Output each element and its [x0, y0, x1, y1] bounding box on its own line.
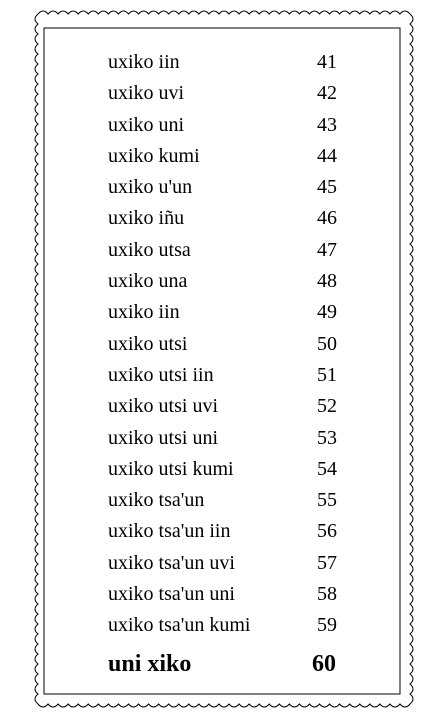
list-item-number: 43	[317, 113, 337, 136]
list-item-number: 55	[317, 489, 337, 512]
total-row: uni xiko 60	[108, 646, 348, 682]
list-item-word: uxiko u'un	[108, 176, 193, 199]
list-item: uxiko utsa 47	[108, 235, 348, 266]
list-item: uxiko tsa'un uni 58	[108, 579, 348, 610]
total-number: 60	[312, 651, 336, 677]
list-item-word: uxiko tsa'un	[108, 489, 205, 512]
list-item: uxiko una 48	[108, 266, 348, 297]
list-item-number: 48	[317, 270, 337, 293]
list-item-word: uxiko utsi uvi	[108, 395, 219, 418]
list-item-number: 46	[317, 207, 337, 230]
list-item-number: 59	[317, 614, 337, 637]
list-item: uxiko tsa'un 55	[108, 485, 348, 516]
list-item-word: uxiko tsa'un iin	[108, 520, 231, 543]
list-item: uxiko utsi iin 51	[108, 360, 348, 391]
list-item: uxiko uni 43	[108, 110, 348, 141]
list-item-number: 52	[317, 395, 337, 418]
list-item-word: uxiko tsa'un uvi	[108, 551, 235, 574]
list-item-number: 49	[317, 301, 337, 324]
list-item-word: uxiko uni	[108, 113, 185, 136]
list-item: uxiko u'un 45	[108, 172, 348, 203]
list-item-word: uxiko iñu	[108, 207, 185, 230]
list-item-number: 51	[317, 363, 337, 386]
list-item: uxiko tsa'un kumi 59	[108, 610, 348, 641]
list-item-word: uxiko utsi kumi	[108, 457, 234, 480]
list-item-word: uxiko kumi	[108, 144, 200, 167]
list-item: uxiko uvi 42	[108, 78, 348, 109]
list-item-number: 54	[317, 457, 337, 480]
list-item-word: uxiko una	[108, 270, 188, 293]
list-item: uxiko utsi kumi 54	[108, 454, 348, 485]
list-item-number: 42	[317, 82, 337, 105]
list-item: uxiko iin 49	[108, 297, 348, 328]
list-item-word: uxiko tsa'un uni	[108, 583, 235, 606]
list-item: uxiko tsa'un uvi 57	[108, 548, 348, 579]
list-item: uxiko iñu 46	[108, 203, 348, 234]
list-item-number: 58	[317, 583, 337, 606]
list-item: uxiko kumi 44	[108, 141, 348, 172]
list-item-word: uxiko iin	[108, 301, 180, 324]
list-item: uxiko utsi uni 53	[108, 423, 348, 454]
list-item-number: 45	[317, 176, 337, 199]
total-word: uni xiko	[108, 651, 192, 677]
list-item-word: uxiko utsi	[108, 332, 188, 355]
list-item-word: uxiko uvi	[108, 82, 185, 105]
list-item-number: 44	[317, 144, 337, 167]
list-item: uxiko iin 41	[108, 47, 348, 78]
list-item-word: uxiko utsa	[108, 238, 191, 261]
list-item-number: 53	[317, 426, 337, 449]
list-item-number: 56	[317, 520, 337, 543]
list-item-number: 41	[317, 51, 337, 73]
list-item: uxiko tsa'un iin 56	[108, 516, 348, 547]
list-item: uxiko utsi 50	[108, 329, 348, 360]
number-list: uxiko iin 41 uxiko uvi 42 uxiko uni 43 uxiko k…	[108, 47, 348, 642]
list-item-word: uxiko utsi iin	[108, 363, 214, 386]
list-item: uxiko utsi uvi 52	[108, 391, 348, 422]
list-item-number: 57	[317, 551, 337, 574]
list-item-word: uxiko utsi uni	[108, 426, 219, 449]
list-item-word: uxiko tsa'un kumi	[108, 614, 251, 637]
list-item-number: 47	[317, 238, 337, 261]
list-item-word: uxiko iin	[108, 51, 180, 73]
list-item-number: 50	[317, 332, 337, 355]
